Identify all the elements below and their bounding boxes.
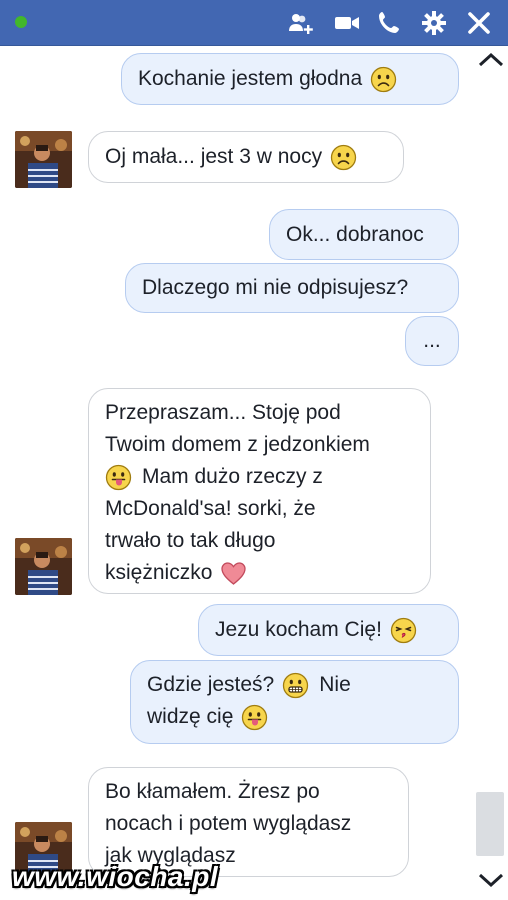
message-bubble-outgoing: Jezu kocham Cię!	[198, 604, 459, 656]
message-line: Bo kłamałem. Żresz po	[105, 780, 320, 803]
phone-icon[interactable]	[376, 10, 402, 36]
message-text: Ok... dobranoc	[286, 222, 424, 246]
message-bubble-incoming: Przepraszam... Stoję pod Twoim domem z j…	[88, 388, 431, 594]
friend-avatar[interactable]	[15, 131, 72, 188]
message-bubble-outgoing: Dlaczego mi nie odpisujesz?	[125, 263, 459, 313]
scroll-up-arrow-icon[interactable]	[476, 48, 506, 72]
message-bubble-outgoing: ...	[405, 316, 459, 366]
heart-icon	[220, 560, 247, 587]
add-person-icon[interactable]	[288, 10, 314, 36]
message-bubble-outgoing: Kochanie jestem głodna	[121, 53, 459, 105]
message-line: widzę cię	[147, 701, 442, 733]
tongue-face-icon	[105, 464, 132, 491]
message-line: księżniczko	[105, 557, 414, 589]
message-bubble-outgoing: Gdzie jesteś? Nie widzę cię	[130, 660, 459, 744]
scrollbar-thumb[interactable]	[476, 792, 504, 856]
message-line: nocach i potem wyglądasz	[105, 812, 352, 835]
tongue-face-icon	[241, 704, 268, 731]
grin-face-icon	[282, 672, 309, 699]
message-line: McDonald'sa! sorki, że	[105, 497, 316, 520]
scrollbar[interactable]	[474, 46, 508, 900]
video-camera-icon[interactable]	[334, 10, 360, 36]
online-status-icon	[15, 16, 27, 28]
message-text: Dlaczego mi nie odpisujesz?	[142, 276, 409, 299]
gear-icon[interactable]	[421, 10, 447, 36]
message-text: Jezu kocham Cię!	[215, 618, 382, 641]
message-text: Kochanie jestem głodna	[138, 67, 363, 90]
close-icon[interactable]	[466, 10, 492, 36]
watermark: www.wiocha.pl	[12, 861, 219, 892]
message-text: ...	[423, 329, 441, 352]
chat-header	[0, 0, 508, 46]
message-text: Oj mała... jest 3 w nocy	[105, 145, 323, 168]
message-line: Mam dużo rzeczy z	[105, 461, 414, 493]
message-bubble-incoming: Oj mała... jest 3 w nocy	[88, 131, 404, 183]
scroll-down-arrow-icon[interactable]	[476, 868, 506, 892]
friend-avatar[interactable]	[15, 538, 72, 595]
message-line: Przepraszam... Stoję pod	[105, 401, 341, 424]
sad-face-icon	[370, 66, 397, 93]
message-bubble-outgoing: Ok... dobranoc	[269, 209, 459, 260]
message-line: Twoim domem z jedzonkiem	[105, 433, 370, 456]
message-line: trwało to tak długo	[105, 529, 276, 552]
kiss-face-icon	[390, 617, 417, 644]
sad-face-icon	[330, 144, 357, 171]
message-line: Gdzie jesteś? Nie	[147, 669, 442, 701]
